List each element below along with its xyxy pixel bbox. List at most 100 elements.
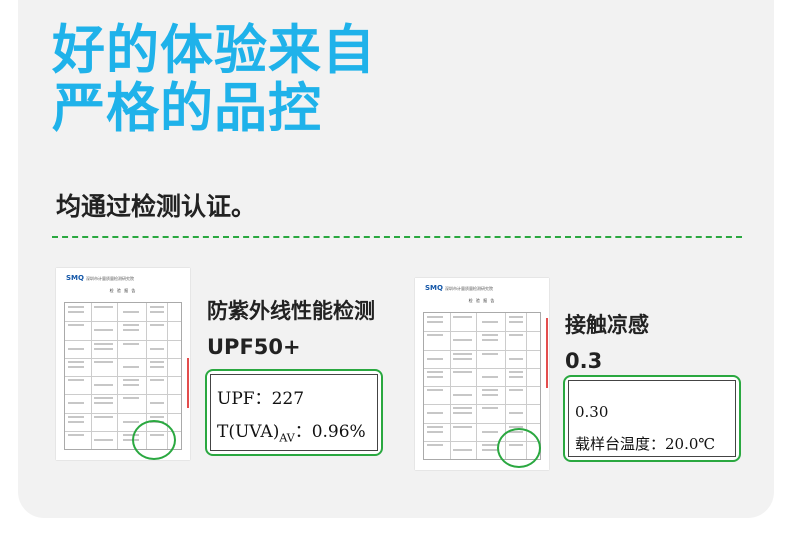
table-text-line (94, 397, 113, 399)
table-row-line (424, 386, 540, 387)
table-text-line (482, 444, 498, 446)
red-seal-mark (187, 358, 189, 408)
temp-value: 20.0℃ (665, 435, 716, 453)
table-row-line (424, 404, 540, 405)
cool-detail-inner: 0.30 载样台温度：20.0℃ (568, 380, 736, 457)
table-text-line (509, 358, 523, 360)
table-text-line (150, 311, 164, 313)
cool-test-label: 接触凉感 0.3 (565, 310, 649, 376)
table-text-line (123, 397, 139, 399)
table-text-line (150, 361, 164, 363)
report-title: 检 验 报 告 (468, 298, 496, 303)
table-row-line (65, 376, 181, 377)
table-text-line (427, 321, 443, 323)
table-text-line (453, 371, 472, 373)
table-text-line (68, 348, 84, 350)
table-text-line (123, 384, 139, 386)
table-text-line (94, 343, 113, 345)
table-text-line (68, 416, 84, 418)
table-text-line (94, 416, 113, 418)
table-text-line (427, 376, 443, 378)
table-text-line (68, 421, 84, 423)
table-text-line (482, 431, 498, 433)
table-row-line (65, 340, 181, 341)
table-row-line (424, 368, 540, 369)
upf-label: UPF： (217, 389, 272, 409)
table-text-line (453, 358, 472, 360)
table-text-line (68, 434, 84, 436)
table-text-line (509, 376, 523, 378)
table-text-line (123, 343, 139, 345)
table-text-line (68, 402, 84, 404)
table-text-line (68, 361, 84, 363)
table-row-line (424, 423, 540, 424)
table-text-line (509, 389, 523, 391)
uva-value: 0.96% (311, 422, 366, 442)
table-text-line (482, 389, 498, 391)
table-text-line (427, 412, 443, 414)
cool-reading: 0.30 (575, 403, 609, 421)
table-text-line (427, 358, 443, 360)
table-text-line (94, 329, 113, 331)
table-text-line (123, 421, 139, 423)
table-text-line (94, 402, 113, 404)
report-title: 检 验 报 告 (109, 288, 137, 293)
table-text-line (94, 348, 113, 350)
dashed-divider (52, 236, 742, 238)
table-text-line (123, 366, 139, 368)
table-row-line (424, 331, 540, 332)
subtitle: 均通过检测认证。 (56, 192, 257, 221)
upf-value: 227 (271, 389, 305, 409)
table-text-line (427, 431, 443, 433)
uva-label: T(UVA) (217, 422, 280, 442)
table-text-line (509, 371, 523, 373)
uva-line: T(UVA)AV：0.96% (217, 417, 366, 444)
cool-detail-box: 0.30 载样台温度：20.0℃ (563, 375, 741, 462)
temp-label: 载样台温度： (575, 435, 666, 453)
uva-sub: AV (279, 431, 295, 445)
report-logo: SMQ 深圳市计量质量检测研究院 (66, 274, 134, 282)
table-text-line (150, 348, 164, 350)
table-text-line (453, 339, 472, 341)
table-text-line (453, 449, 472, 451)
table-text-line (150, 379, 164, 381)
table-row-line (65, 413, 181, 414)
table-text-line (150, 366, 164, 368)
table-text-line (482, 321, 498, 323)
table-text-line (123, 379, 139, 381)
table-text-line (509, 334, 523, 336)
table-text-line (482, 339, 498, 341)
table-text-line (453, 316, 472, 318)
uv-test-title: 防紫外线性能检测 (207, 299, 375, 323)
table-text-line (482, 353, 498, 355)
test-report-image-cool: SMQ 深圳市计量质量检测研究院 检 验 报 告 (415, 278, 549, 470)
table-text-line (94, 439, 113, 441)
headline-line-1: 好的体验来自 (52, 20, 376, 81)
table-text-line (150, 416, 164, 418)
table-text-line (68, 324, 84, 326)
table-text-line (453, 353, 472, 355)
table-text-line (427, 426, 443, 428)
upf-line: UPF：227 (217, 384, 304, 409)
test-report-image-uv: SMQ 深圳市计量质量检测研究院 检 验 报 告 (56, 268, 190, 460)
table-text-line (68, 311, 84, 313)
cool-test-title: 接触凉感 (565, 313, 649, 337)
cool-test-value: 0.3 (565, 349, 603, 373)
table-text-line (68, 306, 84, 308)
report-logo: SMQ 深圳市计量质量检测研究院 (425, 284, 493, 292)
table-row-line (65, 358, 181, 359)
highlight-circle (497, 428, 541, 468)
uv-test-label: 防紫外线性能检测 UPF50+ (207, 296, 375, 362)
table-text-line (482, 334, 498, 336)
table-text-line (150, 324, 164, 326)
table-row-line (65, 321, 181, 322)
table-text-line (453, 426, 472, 428)
table-text-line (68, 366, 84, 368)
highlight-circle (132, 420, 176, 460)
headline-line-2: 严格的品控 (52, 78, 322, 139)
table-text-line (453, 394, 472, 396)
table-text-line (509, 412, 523, 414)
table-text-line (94, 306, 113, 308)
headline: 好的体验来自 严格的品控 (52, 22, 376, 138)
table-text-line (427, 389, 443, 391)
